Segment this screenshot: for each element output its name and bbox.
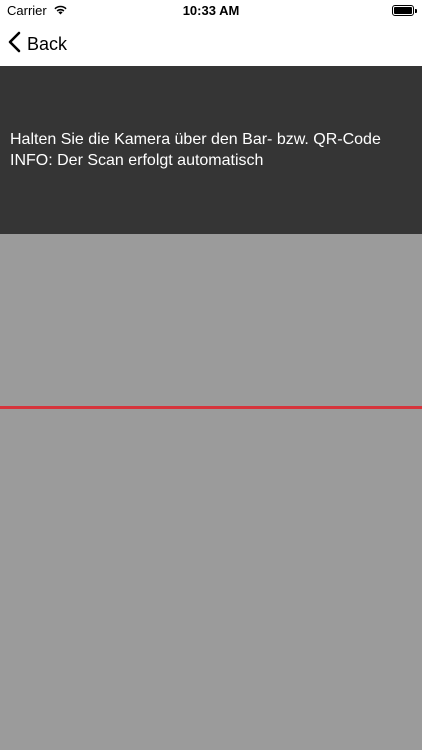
battery-fill	[394, 7, 412, 14]
instruction-line-2: INFO: Der Scan erfolgt automatisch	[10, 152, 264, 169]
scan-line	[0, 406, 422, 409]
status-bar: Carrier 10:33 AM	[0, 0, 422, 22]
instruction-text: Halten Sie die Kamera über den Bar- bzw.…	[10, 129, 420, 171]
instruction-panel: Halten Sie die Kamera über den Bar- bzw.…	[0, 66, 422, 234]
chevron-left-icon	[8, 31, 21, 58]
navigation-bar: Back	[0, 22, 422, 66]
camera-preview[interactable]	[0, 234, 422, 750]
instruction-line-1: Halten Sie die Kamera über den Bar- bzw.…	[10, 131, 381, 148]
back-label: Back	[27, 33, 68, 54]
status-time: 10:33 AM	[182, 3, 240, 18]
battery-icon	[392, 5, 417, 16]
back-button[interactable]: Back	[8, 30, 67, 58]
battery-tip	[415, 9, 417, 13]
